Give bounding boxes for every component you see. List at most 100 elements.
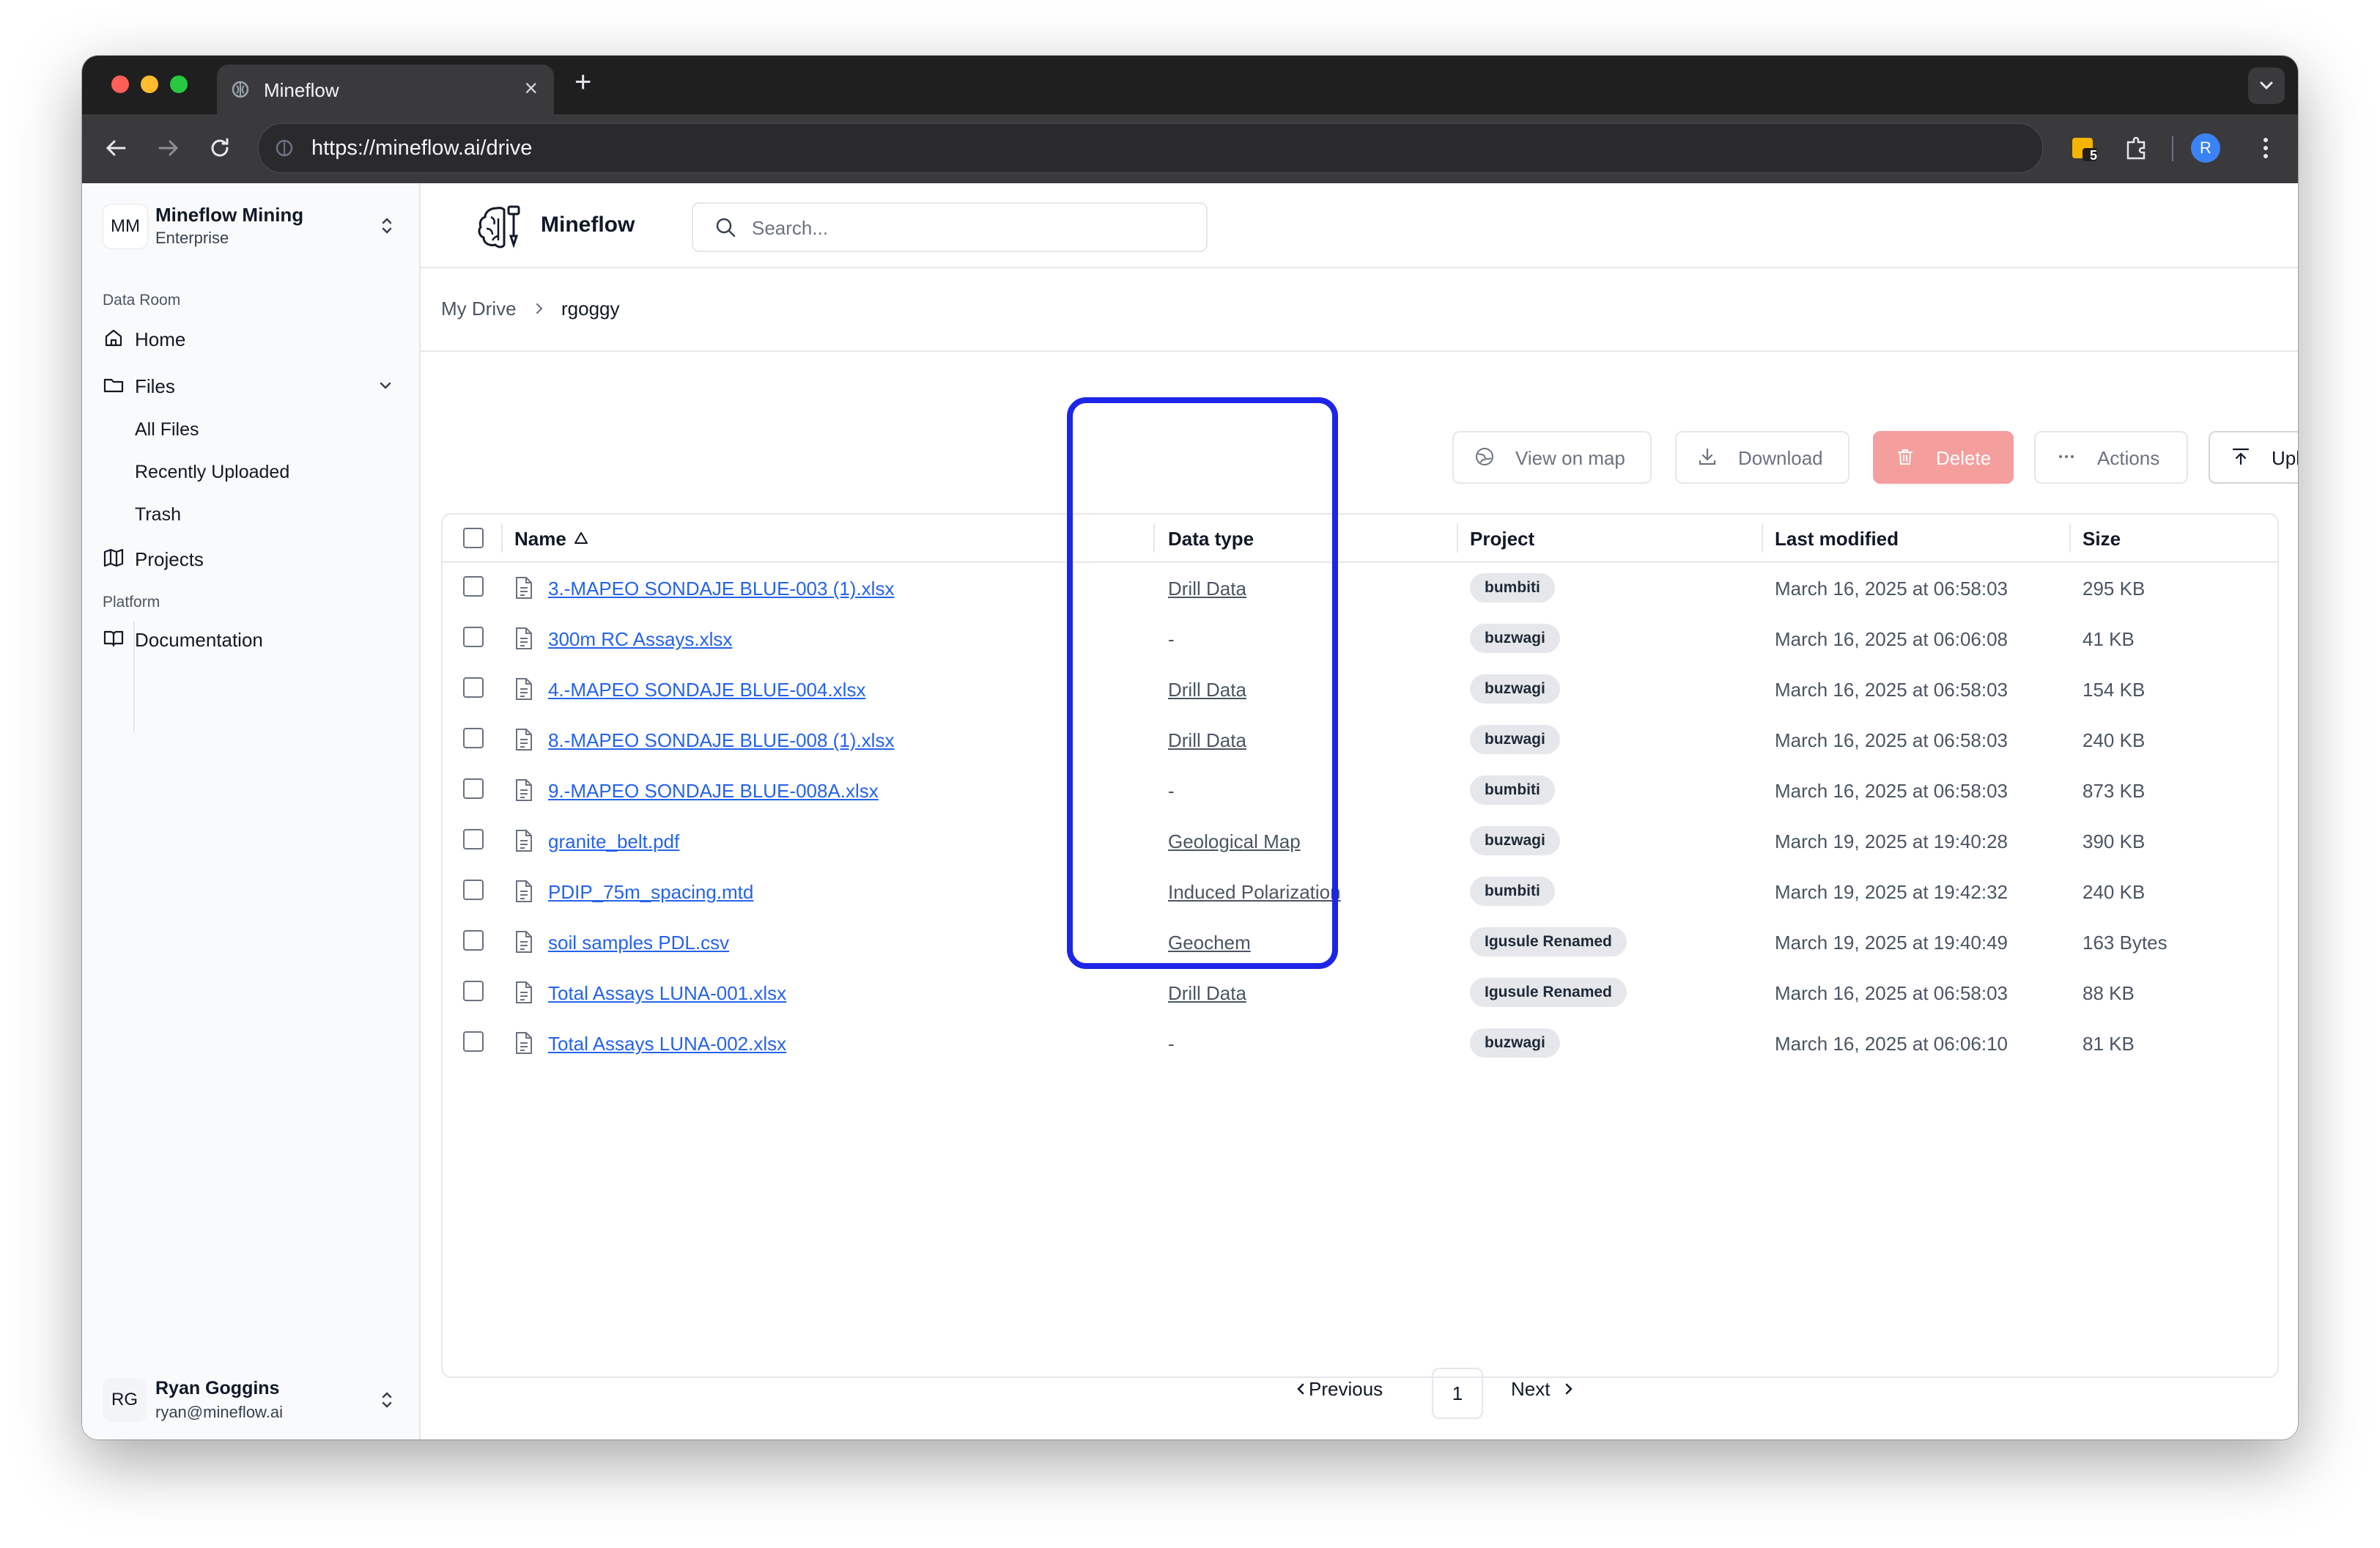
row-checkbox[interactable] bbox=[463, 1031, 484, 1052]
chevron-down-icon bbox=[380, 382, 391, 389]
file-text-icon bbox=[516, 678, 532, 700]
delete-button[interactable]: Delete bbox=[1873, 431, 2014, 484]
file-size: 873 KB bbox=[2082, 780, 2146, 802]
profile-avatar[interactable]: R bbox=[2191, 133, 2220, 163]
files-table: Name Data type Project Last modified Siz… bbox=[441, 513, 2279, 1378]
row-checkbox[interactable] bbox=[463, 627, 484, 647]
section-label-data-room: Data Room bbox=[103, 292, 181, 309]
sidebar-subitem-trash[interactable]: Trash bbox=[135, 504, 181, 526]
extension-button[interactable]: 5 bbox=[2068, 132, 2100, 164]
column-header-project[interactable]: Project bbox=[1470, 528, 1534, 550]
table-row[interactable]: soil samples PDL.csv Geochem Igusule Ren… bbox=[443, 917, 2277, 968]
maximize-window-button[interactable] bbox=[170, 75, 188, 93]
data-type-link[interactable]: Drill Data bbox=[1168, 982, 1246, 1005]
previous-page-button[interactable]: Previous bbox=[1297, 1378, 1383, 1401]
sidebar-subitem-recently-uploaded[interactable]: Recently Uploaded bbox=[135, 462, 289, 483]
table-row[interactable]: 4.-MAPEO SONDAJE BLUE-004.xlsx Drill Dat… bbox=[443, 664, 2277, 715]
sidebar-item-projects[interactable]: Projects bbox=[103, 542, 396, 575]
search-input[interactable]: Search... bbox=[692, 202, 1208, 252]
row-checkbox[interactable] bbox=[463, 576, 484, 597]
sidebar-item-home[interactable]: Home bbox=[103, 322, 396, 355]
file-name-link[interactable]: Total Assays LUNA-001.xlsx bbox=[548, 982, 786, 1005]
view-on-map-button[interactable]: View on map bbox=[1452, 431, 1652, 484]
file-name-link[interactable]: 4.-MAPEO SONDAJE BLUE-004.xlsx bbox=[548, 679, 865, 701]
project-badge: buzwagi bbox=[1470, 1028, 1560, 1058]
reload-icon[interactable] bbox=[204, 132, 236, 164]
table-row[interactable]: 9.-MAPEO SONDAJE BLUE-008A.xlsx - bumbit… bbox=[443, 765, 2277, 816]
new-tab-button[interactable]: + bbox=[574, 66, 591, 99]
last-modified: March 19, 2025 at 19:42:32 bbox=[1775, 881, 2008, 903]
breadcrumb: My Drive rgoggy bbox=[421, 267, 2298, 352]
chevrons-up-down-icon bbox=[382, 218, 392, 234]
tab-title: Mineflow bbox=[264, 79, 339, 101]
minimize-window-button[interactable] bbox=[141, 75, 158, 93]
close-window-button[interactable] bbox=[111, 75, 129, 93]
table-row[interactable]: PDIP_75m_spacing.mtd Induced Polarizatio… bbox=[443, 866, 2277, 917]
file-text-icon bbox=[516, 830, 532, 852]
browser-tab[interactable]: Mineflow × bbox=[217, 64, 554, 114]
puzzle-icon[interactable] bbox=[2121, 132, 2153, 164]
globe-icon bbox=[1476, 448, 1493, 465]
more-menu-icon[interactable] bbox=[2250, 132, 2282, 164]
next-page-button[interactable]: Next bbox=[1511, 1378, 1572, 1401]
project-badge: bumbiti bbox=[1470, 573, 1555, 602]
file-name-link[interactable]: PDIP_75m_spacing.mtd bbox=[548, 881, 753, 904]
row-checkbox[interactable] bbox=[463, 981, 484, 1001]
sidebar-item-files[interactable]: Files bbox=[103, 369, 396, 402]
file-name-link[interactable]: 3.-MAPEO SONDAJE BLUE-003 (1).xlsx bbox=[548, 578, 894, 600]
user-avatar: RG bbox=[103, 1378, 147, 1422]
table-row[interactable]: 300m RC Assays.xlsx - buzwagi March 16, … bbox=[443, 613, 2277, 664]
trash-icon bbox=[1898, 449, 1912, 465]
forward-arrow-icon[interactable] bbox=[152, 132, 185, 164]
file-name-link[interactable]: 9.-MAPEO SONDAJE BLUE-008A.xlsx bbox=[548, 780, 879, 803]
row-checkbox[interactable] bbox=[463, 778, 484, 799]
table-row[interactable]: Total Assays LUNA-002.xlsx - buzwagi Mar… bbox=[443, 1018, 2277, 1069]
main-area: Mineflow Search... My Drive rgoggy View … bbox=[421, 183, 2298, 1440]
breadcrumb-current: rgoggy bbox=[561, 298, 620, 320]
row-checkbox[interactable] bbox=[463, 930, 484, 951]
file-name-link[interactable]: Total Assays LUNA-002.xlsx bbox=[548, 1033, 786, 1055]
sidebar-item-label: Files bbox=[135, 375, 175, 397]
sidebar-item-documentation[interactable]: Documentation bbox=[103, 623, 396, 655]
project-badge: bumbiti bbox=[1470, 775, 1555, 805]
row-checkbox[interactable] bbox=[463, 880, 484, 900]
row-checkbox[interactable] bbox=[463, 829, 484, 849]
download-button[interactable]: Download bbox=[1675, 431, 1849, 484]
table-row[interactable]: 8.-MAPEO SONDAJE BLUE-008 (1).xlsx Drill… bbox=[443, 715, 2277, 765]
table-header: Name Data type Project Last modified Siz… bbox=[443, 515, 2277, 563]
close-tab-icon[interactable]: × bbox=[524, 75, 538, 102]
table-row[interactable]: 3.-MAPEO SONDAJE BLUE-003 (1).xlsx Drill… bbox=[443, 563, 2277, 613]
actions-button[interactable]: Actions bbox=[2034, 431, 2188, 484]
address-bar[interactable]: https://mineflow.ai/drive bbox=[258, 123, 2043, 173]
file-text-icon bbox=[516, 931, 532, 953]
select-all-checkbox[interactable] bbox=[463, 528, 484, 548]
file-name-link[interactable]: 300m RC Assays.xlsx bbox=[548, 628, 732, 651]
row-checkbox[interactable] bbox=[463, 728, 484, 748]
upload-button[interactable]: Upload bbox=[2209, 431, 2298, 484]
table-row[interactable]: Total Assays LUNA-001.xlsx Drill Data Ig… bbox=[443, 968, 2277, 1018]
tab-search-button[interactable] bbox=[2248, 67, 2285, 104]
last-modified: March 16, 2025 at 06:06:10 bbox=[1775, 1033, 2008, 1055]
data-type-column-highlight bbox=[1067, 397, 1338, 969]
page-number-button[interactable]: 1 bbox=[1432, 1368, 1483, 1419]
download-label: Download bbox=[1738, 447, 1823, 469]
row-checkbox[interactable] bbox=[463, 677, 484, 698]
column-header-last-modified[interactable]: Last modified bbox=[1775, 528, 1899, 550]
site-info-icon[interactable] bbox=[275, 137, 297, 159]
table-row[interactable]: granite_belt.pdf Geological Map buzwagi … bbox=[443, 816, 2277, 866]
column-header-size[interactable]: Size bbox=[2082, 528, 2121, 550]
sidebar-subitem-all-files[interactable]: All Files bbox=[135, 419, 199, 441]
next-label: Next bbox=[1511, 1378, 1551, 1400]
file-name-link[interactable]: soil samples PDL.csv bbox=[548, 932, 729, 954]
file-name-link[interactable]: 8.-MAPEO SONDAJE BLUE-008 (1).xlsx bbox=[548, 729, 894, 752]
last-modified: March 19, 2025 at 19:40:28 bbox=[1775, 830, 2008, 852]
breadcrumb-my-drive[interactable]: My Drive bbox=[441, 298, 517, 320]
back-arrow-icon[interactable] bbox=[100, 132, 132, 164]
home-icon bbox=[105, 329, 122, 347]
org-name: Mineflow Mining bbox=[155, 204, 304, 226]
user-email: ryan@mineflow.ai bbox=[155, 1403, 283, 1421]
file-name-link[interactable]: granite_belt.pdf bbox=[548, 830, 679, 853]
map-icon bbox=[103, 548, 124, 567]
search-icon bbox=[716, 218, 736, 237]
column-header-name[interactable]: Name bbox=[514, 528, 588, 550]
